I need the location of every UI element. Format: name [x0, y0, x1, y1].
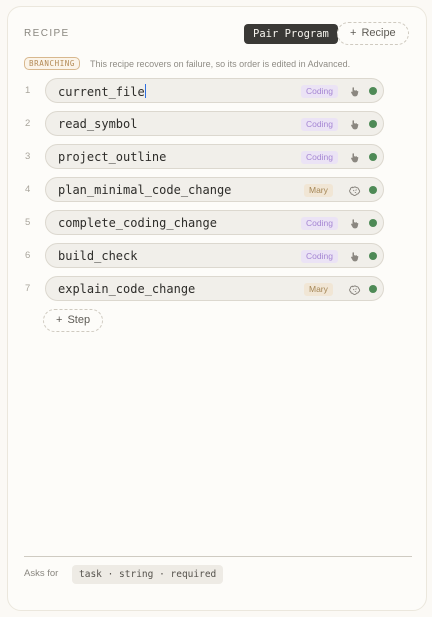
step-pill[interactable]: read_symbol Coding [45, 111, 384, 136]
status-dot [369, 153, 377, 161]
step-name[interactable]: current_file [58, 84, 147, 99]
status-dot [369, 87, 377, 95]
step-name[interactable]: build_check [58, 249, 137, 263]
branching-note: This recipe recovers on failure, so its … [90, 58, 351, 69]
footer-divider [24, 556, 412, 557]
step-row[interactable]: 5 complete_coding_change Coding [8, 210, 428, 235]
step-pill[interactable]: build_check Coding [45, 243, 384, 268]
branching-badge: BRANCHING [24, 57, 81, 70]
step-pill[interactable]: plan_minimal_code_change Mary [45, 177, 384, 202]
plus-icon: + [56, 314, 63, 326]
step-number: 4 [25, 184, 31, 195]
status-dot [369, 252, 377, 260]
step-name-text: build_check [58, 249, 138, 263]
step-row[interactable]: 7 explain_code_change Mary [8, 276, 428, 301]
step-tag: Mary [304, 184, 333, 197]
status-dot [369, 120, 377, 128]
add-step-label: Step [67, 314, 91, 326]
branching-row: BRANCHING This recipe recovers on failur… [24, 57, 350, 70]
step-row[interactable]: 3 project_outline Coding [8, 144, 428, 169]
step-name-text: complete_coding_change [58, 216, 217, 230]
step-name[interactable]: project_outline [58, 150, 166, 164]
step-tag: Mary [304, 283, 333, 296]
step-name-text: explain_code_change [58, 282, 196, 296]
step-name-text: plan_minimal_code_change [58, 183, 232, 197]
step-name[interactable]: explain_code_change [58, 282, 195, 296]
add-recipe-button[interactable]: + Recipe [337, 22, 409, 45]
step-row[interactable]: 2 read_symbol Coding [8, 111, 428, 136]
recipe-panel: RECIPE Pair Program + Recipe BRANCHING Th… [7, 6, 427, 611]
step-row[interactable]: 4 plan_minimal_code_change Mary [8, 177, 428, 202]
section-title: RECIPE [24, 28, 70, 39]
step-name[interactable]: complete_coding_change [58, 216, 217, 230]
step-tag: Coding [301, 217, 338, 230]
step-number: 5 [25, 217, 31, 228]
step-number: 7 [25, 283, 31, 294]
step-tag: Coding [301, 151, 338, 164]
pointer-hand-icon[interactable] [349, 85, 361, 97]
step-number: 2 [25, 118, 31, 129]
step-tag: Coding [301, 118, 338, 131]
step-name[interactable]: read_symbol [58, 117, 137, 131]
status-dot [369, 219, 377, 227]
status-dot [369, 186, 377, 194]
step-number: 6 [25, 250, 31, 261]
step-number: 3 [25, 151, 31, 162]
pointer-hand-icon[interactable] [349, 151, 361, 163]
step-number: 1 [25, 85, 31, 96]
step-row[interactable]: 1 current_file Coding [8, 78, 428, 103]
step-row[interactable]: 6 build_check Coding [8, 243, 428, 268]
pointer-hand-icon[interactable] [349, 250, 361, 262]
step-pill[interactable]: explain_code_change Mary [45, 276, 384, 301]
status-dot [369, 285, 377, 293]
plus-icon: + [350, 27, 357, 39]
step-name-text: current_file [58, 85, 145, 99]
text-cursor [144, 84, 147, 98]
pointer-hand-icon[interactable] [349, 217, 361, 229]
step-pill[interactable]: current_file Coding [45, 78, 384, 103]
step-pill[interactable]: project_outline Coding [45, 144, 384, 169]
brain-icon[interactable] [349, 283, 361, 296]
step-tag: Coding [301, 250, 338, 263]
step-name-text: read_symbol [58, 117, 138, 131]
step-tag: Coding [301, 85, 338, 98]
step-name[interactable]: plan_minimal_code_change [58, 183, 231, 197]
step-pill[interactable]: complete_coding_change Coding [45, 210, 384, 235]
input-signature: task · string · required [72, 565, 224, 584]
step-name-text: project_outline [58, 150, 167, 164]
recipe-name-pill[interactable]: Pair Program [244, 24, 338, 44]
add-step-button[interactable]: + Step [43, 309, 104, 332]
pointer-hand-icon[interactable] [349, 118, 361, 130]
add-recipe-label: Recipe [361, 27, 396, 39]
asks-for-label: Asks for [24, 568, 59, 579]
brain-icon[interactable] [349, 184, 361, 197]
